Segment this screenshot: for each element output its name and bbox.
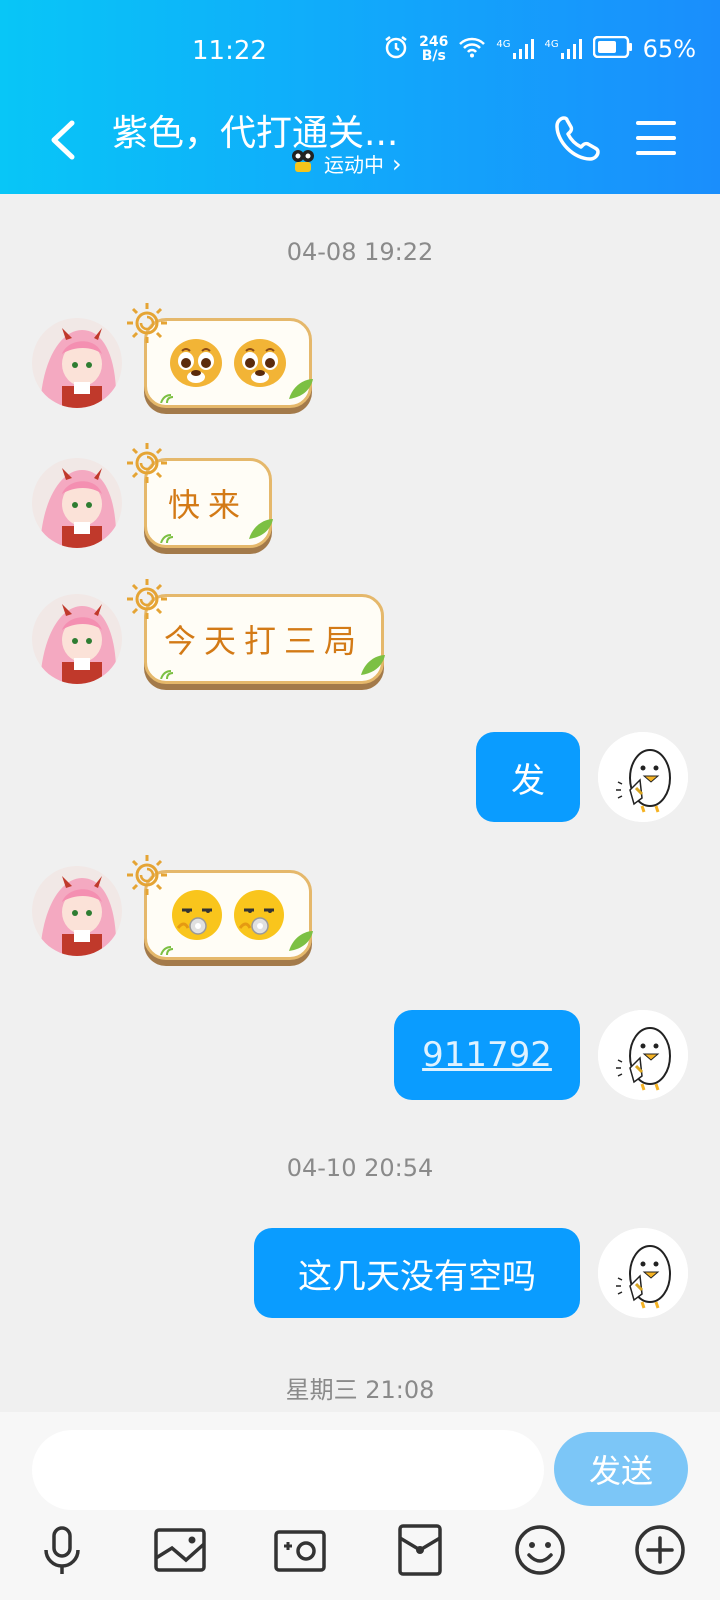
smirk-face-emoji-icon	[172, 890, 222, 940]
smiley-icon	[515, 1525, 565, 1575]
red-packet-button[interactable]	[392, 1522, 448, 1578]
status-icons: 246 B/s 4G 4G 65%	[383, 34, 696, 64]
net-speed: 246 B/s	[419, 35, 448, 63]
status-time: 11:22	[192, 36, 267, 66]
sprout-decoration-icon	[160, 946, 174, 955]
message-timestamp: 04-10 20:54	[286, 1154, 434, 1182]
back-button[interactable]	[40, 112, 86, 168]
camera-button[interactable]	[272, 1522, 328, 1578]
signal-icon-1: 4G	[496, 39, 534, 59]
sprout-decoration-icon	[160, 394, 174, 403]
image-icon	[154, 1528, 206, 1572]
contact-avatar[interactable]	[32, 866, 122, 956]
text-message-bubble[interactable]: 快来	[127, 443, 273, 548]
chevron-left-icon	[51, 120, 75, 160]
network-type-2: 4G	[544, 39, 559, 50]
subtitle-text: 运动中	[324, 153, 384, 177]
sent-message-bubble[interactable]: 911792	[394, 1010, 580, 1100]
sent-message-bubble[interactable]: 发	[476, 732, 580, 822]
my-avatar[interactable]	[598, 1228, 688, 1318]
leaf-decoration-icon	[361, 655, 385, 675]
photo-button[interactable]	[152, 1522, 208, 1578]
net-speed-unit: B/s	[421, 48, 446, 64]
my-avatar[interactable]	[598, 732, 688, 822]
voice-button[interactable]	[34, 1522, 90, 1578]
contact-avatar[interactable]	[32, 318, 122, 408]
smirk-face-emoji-icon	[234, 890, 284, 940]
leaf-decoration-icon	[289, 931, 313, 951]
message-timestamp: 04-08 19:22	[286, 238, 434, 266]
sent-message-bubble[interactable]: 这几天没有空吗	[254, 1228, 580, 1318]
leaf-decoration-icon	[249, 519, 273, 539]
leaf-decoration-icon	[289, 379, 313, 399]
my-avatar[interactable]	[598, 1010, 688, 1100]
camera-icon	[274, 1530, 326, 1572]
wifi-icon	[458, 36, 486, 62]
sticker-row	[170, 888, 286, 942]
chat-header: 11:22 246 B/s 4G 4G 65% 紫色，代打通关... 运动中 ›	[0, 0, 720, 194]
message-text: 快来	[167, 486, 248, 524]
sun-decoration-icon	[127, 579, 167, 619]
sprout-decoration-icon	[160, 534, 174, 543]
status-bar: 11:22 246 B/s 4G 4G 65%	[0, 0, 720, 100]
input-toolbar	[0, 1522, 720, 1592]
sprout-decoration-icon	[160, 670, 174, 679]
text-message-bubble[interactable]: 今天打三局	[127, 579, 385, 684]
message-link[interactable]: 911792	[422, 1035, 552, 1075]
message-text: 今天打三局	[163, 622, 364, 660]
sun-decoration-icon	[127, 855, 167, 895]
microphone-icon	[44, 1526, 80, 1574]
alarm-icon	[383, 34, 409, 64]
phone-icon	[555, 116, 600, 161]
menu-button[interactable]	[634, 118, 678, 158]
net-speed-value: 246	[419, 34, 449, 50]
status-subtitle[interactable]: 运动中 ›	[290, 148, 402, 179]
sun-decoration-icon	[127, 303, 167, 343]
contact-avatar[interactable]	[32, 458, 122, 548]
message-text: 这几天没有空吗	[298, 1256, 536, 1297]
battery-icon	[592, 35, 633, 62]
message-input[interactable]	[32, 1430, 544, 1510]
send-button[interactable]: 发送	[554, 1432, 688, 1506]
signal-icon-2: 4G	[545, 39, 583, 59]
sport-status-icon	[290, 148, 316, 179]
plus-circle-icon	[635, 1525, 685, 1575]
input-area: 发送	[0, 1412, 720, 1600]
hamburger-menu-icon	[636, 121, 676, 155]
chevron-right-icon: ›	[392, 149, 402, 178]
sticker-row	[168, 335, 288, 391]
dog-face-emoji-icon	[170, 339, 222, 387]
dog-face-emoji-icon	[234, 339, 286, 387]
contact-avatar[interactable]	[32, 594, 122, 684]
message-text: 发	[511, 760, 545, 801]
red-packet-icon	[398, 1524, 442, 1576]
network-type-1: 4G	[496, 39, 511, 50]
sticker-message-bubble[interactable]	[127, 303, 313, 408]
emoji-button[interactable]	[512, 1522, 568, 1578]
battery-percent: 65%	[642, 35, 696, 63]
message-timestamp: 星期三 21:08	[285, 1376, 435, 1404]
sticker-message-bubble[interactable]	[127, 855, 313, 960]
more-button[interactable]	[632, 1522, 688, 1578]
sun-decoration-icon	[127, 443, 167, 483]
call-button[interactable]	[552, 114, 602, 164]
